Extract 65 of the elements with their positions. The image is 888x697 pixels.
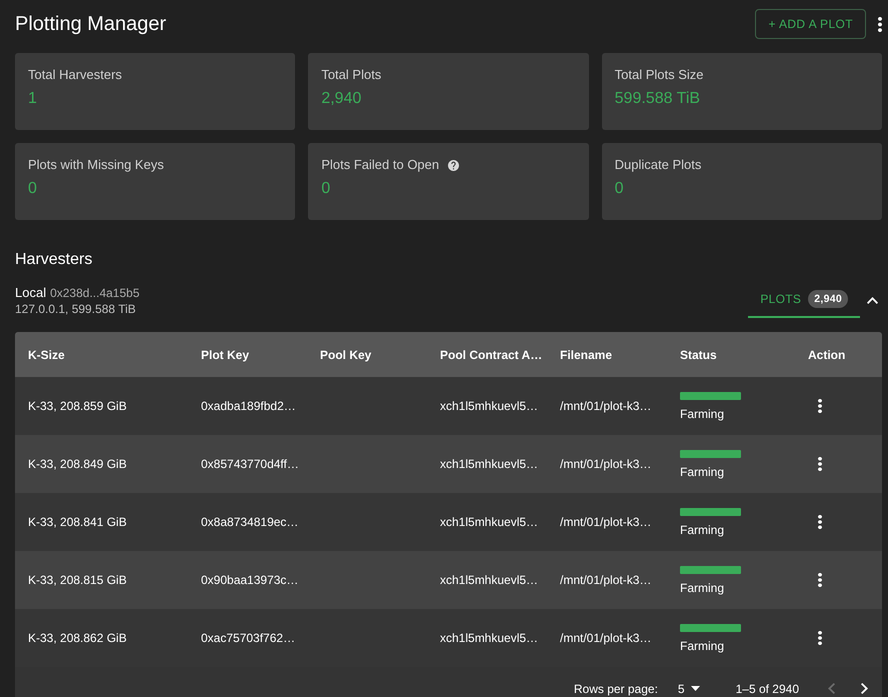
stat-value: 1 [28, 89, 37, 109]
table-cell: xch1l5mhkuevl5… [440, 631, 538, 645]
table-cell: K-33, 208.859 GiB [28, 399, 127, 413]
column-header: K-Size [28, 348, 65, 362]
row-menu-icon[interactable] [818, 457, 822, 471]
table-cell: /mnt/01/plot-k3… [560, 515, 652, 529]
stat-label: Total Plots [321, 67, 382, 83]
column-header: Pool Contract A… [440, 348, 542, 362]
table-cell: K-33, 208.815 GiB [28, 573, 127, 587]
column-header: Filename [560, 348, 612, 362]
status-text: Farming [680, 407, 724, 421]
stat-label: Total Plots Size [614, 67, 704, 83]
stat-value: 599.588 TiB [614, 89, 700, 109]
table-cell: xch1l5mhkuevl5… [440, 573, 538, 587]
next-page-icon[interactable] [861, 683, 868, 694]
rows-per-page-label: Rows per page: [574, 682, 658, 696]
row-menu-icon[interactable] [818, 631, 822, 645]
caret-icon [690, 686, 700, 691]
table-cell: 0x85743770d4ff… [201, 457, 299, 471]
table-cell: 0x90baa13973c… [201, 573, 298, 587]
stat-label: Plots with Missing Keys [28, 157, 164, 173]
stat-value: 2,940 [321, 89, 362, 109]
table-cell: /mnt/01/plot-k3… [560, 631, 652, 645]
table-cell: xch1l5mhkuevl5… [440, 457, 538, 471]
add-plot-button[interactable]: + ADD A PLOT [755, 9, 866, 39]
row-menu-icon[interactable] [818, 515, 822, 529]
column-header: Action [808, 348, 846, 362]
row-menu-icon[interactable] [818, 573, 822, 587]
table-cell: 0xadba189fbd2… [201, 399, 296, 413]
column-header: Pool Key [320, 348, 372, 362]
stat-value: 0 [321, 179, 330, 199]
stat-value: 0 [614, 179, 624, 199]
status-text: Farming [680, 523, 724, 537]
status-text: Farming [680, 639, 724, 653]
section-title: Harvesters [15, 250, 92, 270]
rows-per-page-select[interactable]: 5 [678, 682, 700, 696]
table-cell: xch1l5mhkuevl5… [440, 399, 538, 413]
status-text: Farming [680, 581, 724, 595]
harvester-id: 0x238d...4a15b5 [50, 286, 140, 300]
stat-label: Plots Failed to Open [321, 157, 440, 173]
stat-label: Total Harvesters [28, 67, 122, 83]
status-text: Farming [680, 465, 724, 479]
table-cell: 0x8a8734819ec… [201, 515, 298, 529]
count-badge: 2,940 [808, 290, 848, 308]
chevron-up-icon[interactable] [867, 296, 878, 304]
table-cell: K-33, 208.862 GiB [28, 631, 127, 645]
table-cell: /mnt/01/plot-k3… [560, 399, 652, 413]
row-menu-icon[interactable] [818, 399, 822, 413]
table-cell: 0xac75703f762… [201, 631, 296, 645]
stat-value: 0 [28, 179, 37, 199]
page-range: 1–5 of 2940 [736, 682, 799, 696]
table-cell: /mnt/01/plot-k3… [560, 573, 652, 587]
harvester-name: Local [15, 285, 46, 300]
stat-label: Duplicate Plots [614, 157, 702, 173]
plots-tab[interactable]: PLOTS 2,940 [748, 282, 860, 318]
help-icon[interactable] [448, 160, 460, 170]
column-header: Status [680, 348, 717, 362]
column-header: Plot Key [201, 348, 250, 362]
table-cell: xch1l5mhkuevl5… [440, 515, 538, 529]
more-options-icon[interactable] [878, 16, 882, 32]
page-title: Plotting Manager [15, 12, 166, 37]
table-cell: /mnt/01/plot-k3… [560, 457, 652, 471]
table-cell: K-33, 208.849 GiB [28, 457, 127, 471]
table-cell: K-33, 208.841 GiB [28, 515, 127, 529]
harvester-details: 127.0.0.1, 599.588 TiB [15, 302, 136, 316]
